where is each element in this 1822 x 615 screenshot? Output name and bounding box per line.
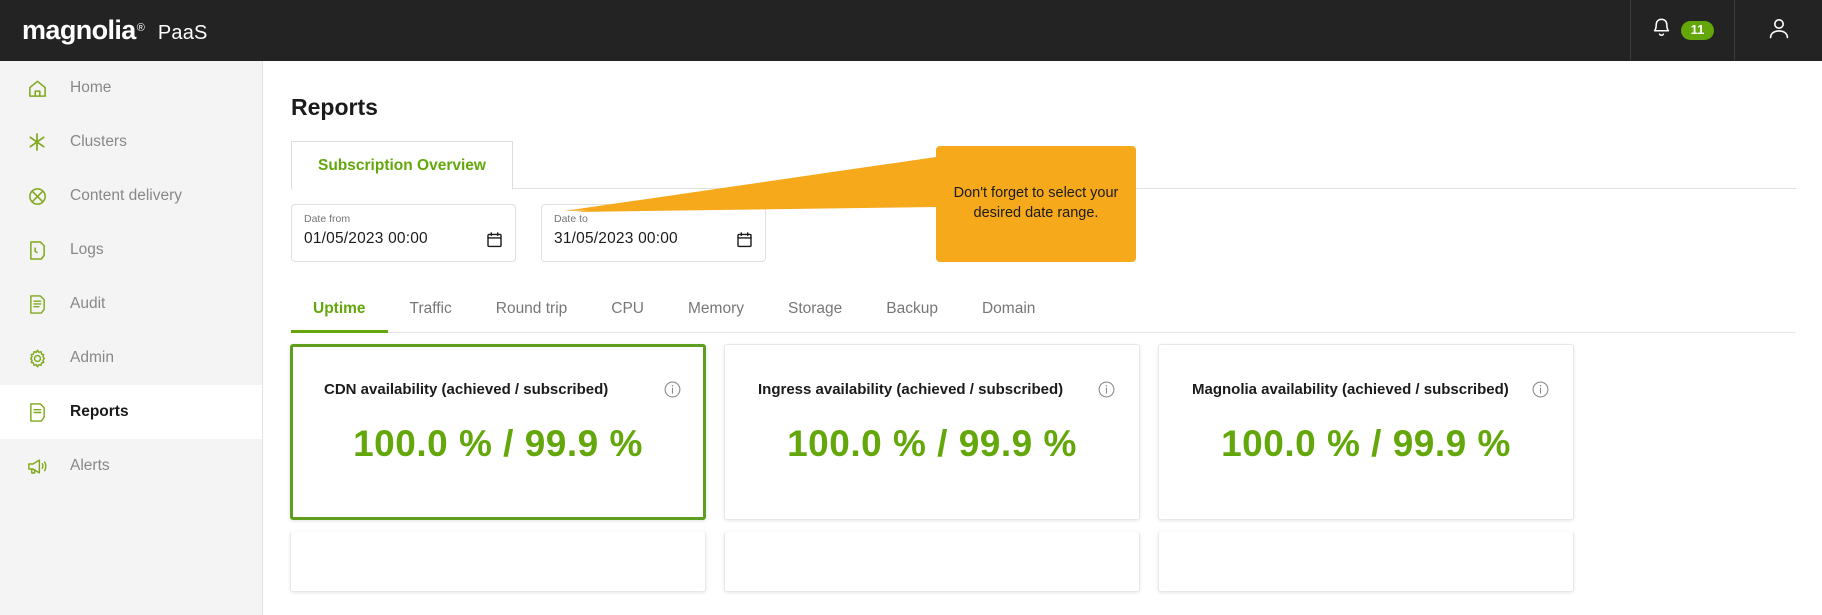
sidebar-item-label: Clusters <box>70 133 127 150</box>
page-title: Reports <box>291 94 378 120</box>
content-delivery-globe-icon <box>26 185 48 207</box>
metric-tab-bar: Uptime Traffic Round trip CPU Memory Sto… <box>291 285 1796 333</box>
calendar-icon[interactable] <box>487 232 502 253</box>
bell-icon <box>1651 17 1672 45</box>
metric-card-ingress-availability[interactable]: Ingress availability (achieved / subscri… <box>724 344 1140 520</box>
date-from-label: Date from <box>304 213 351 225</box>
gear-icon <box>26 347 48 369</box>
sidebar-item-reports[interactable]: Reports <box>0 385 262 439</box>
notification-count-badge: 11 <box>1680 20 1715 41</box>
tab-subscription-overview[interactable]: Subscription Overview <box>291 141 513 190</box>
metric-card-partial[interactable] <box>290 532 706 592</box>
notifications-button[interactable]: 11 <box>1630 0 1734 61</box>
logs-document-icon <box>26 239 48 261</box>
sidebar-item-clusters[interactable]: Clusters <box>0 115 262 169</box>
metric-card-title: Ingress availability (achieved / subscri… <box>758 381 1064 398</box>
metric-card-title: Magnolia availability (achieved / subscr… <box>1192 381 1509 398</box>
sidebar-item-label: Logs <box>70 241 104 258</box>
sidebar-item-label: Content delivery <box>70 187 183 204</box>
user-avatar-icon <box>1767 16 1791 46</box>
tab-uptime[interactable]: Uptime <box>291 285 388 333</box>
registered-trademark-icon: ® <box>136 21 145 34</box>
metric-card-cdn-availability[interactable]: CDN availability (achieved / subscribed)… <box>290 344 706 520</box>
product-name: PaaS <box>157 21 208 44</box>
tab-label: Storage <box>787 299 843 317</box>
date-from-value: 01/05/2023 00:00 <box>304 230 428 247</box>
tab-traffic[interactable]: Traffic <box>388 285 474 332</box>
callout-text: Don't forget to select your desired date… <box>953 185 1119 221</box>
tab-memory[interactable]: Memory <box>666 285 766 332</box>
tab-label: CPU <box>611 299 644 317</box>
megaphone-icon <box>26 455 48 477</box>
metric-card-row-next <box>290 532 1574 592</box>
sidebar-item-logs[interactable]: Logs <box>0 223 262 277</box>
date-to-value: 31/05/2023 00:00 <box>554 230 678 247</box>
sidebar-item-alerts[interactable]: Alerts <box>0 439 262 493</box>
callout-tooltip: Don't forget to select your desired date… <box>936 146 1136 262</box>
date-range-filters: Date from 01/05/2023 00:00 Date to 31/05… <box>291 204 766 262</box>
tab-label: Subscription Overview <box>318 156 486 174</box>
sidebar-item-audit[interactable]: Audit <box>0 277 262 331</box>
tab-round-trip[interactable]: Round trip <box>474 285 590 332</box>
tab-label: Traffic <box>409 299 452 317</box>
metric-card-row: CDN availability (achieved / subscribed)… <box>290 344 1574 520</box>
home-icon <box>26 77 48 99</box>
audit-document-icon <box>26 293 48 315</box>
metric-card-value: 100.0 % / 99.9 % <box>1221 423 1511 464</box>
metric-card-value: 100.0 % / 99.9 % <box>787 423 1077 464</box>
metric-card-partial[interactable] <box>724 532 1140 592</box>
magnolia-wordmark: magnolia <box>22 14 136 45</box>
info-circle-icon[interactable] <box>1098 381 1115 403</box>
tab-label: Domain <box>981 299 1036 317</box>
tab-cpu[interactable]: CPU <box>589 285 666 332</box>
clusters-asterisk-icon <box>26 131 48 153</box>
date-from-field[interactable]: Date from 01/05/2023 00:00 <box>291 204 516 262</box>
metric-card-partial[interactable] <box>1158 532 1574 592</box>
sidebar-item-home[interactable]: Home <box>0 61 262 115</box>
top-bar: magnolia ® PaaS 11 <box>0 0 1822 61</box>
sidebar-item-label: Reports <box>70 403 129 420</box>
tab-label: Memory <box>688 299 744 317</box>
tab-storage[interactable]: Storage <box>766 285 864 332</box>
reports-document-icon <box>26 401 48 423</box>
sidebar-item-label: Alerts <box>70 457 110 474</box>
sidebar: Home Clusters Content delivery Logs Audi… <box>0 61 263 615</box>
sidebar-item-content-delivery[interactable]: Content delivery <box>0 169 262 223</box>
info-circle-icon[interactable] <box>1532 381 1549 403</box>
sidebar-item-label: Audit <box>70 295 106 312</box>
tab-label: Backup <box>886 299 938 317</box>
sidebar-item-label: Home <box>70 79 112 96</box>
calendar-icon[interactable] <box>737 232 752 253</box>
sidebar-item-label: Admin <box>70 349 114 366</box>
tab-backup[interactable]: Backup <box>864 285 960 332</box>
tab-label: Round trip <box>495 299 568 317</box>
date-to-label: Date to <box>554 213 588 225</box>
brand-logo[interactable]: magnolia ® PaaS <box>0 14 208 45</box>
metric-card-magnolia-availability[interactable]: Magnolia availability (achieved / subscr… <box>1158 344 1574 520</box>
sidebar-item-admin[interactable]: Admin <box>0 331 262 385</box>
main-content: Reports Subscription Overview Date from … <box>264 61 1822 615</box>
metric-card-value: 100.0 % / 99.9 % <box>353 423 643 464</box>
date-to-field[interactable]: Date to 31/05/2023 00:00 <box>541 204 766 262</box>
info-circle-icon[interactable] <box>664 381 681 403</box>
tab-label: Uptime <box>313 299 366 317</box>
user-menu-button[interactable] <box>1734 0 1822 61</box>
metric-card-title: CDN availability (achieved / subscribed) <box>324 381 609 398</box>
tab-domain[interactable]: Domain <box>960 285 1057 332</box>
